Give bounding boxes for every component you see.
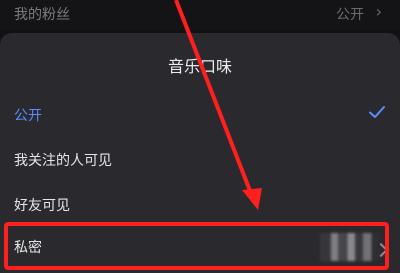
blurred-preview-image [320,233,380,261]
screen: 我的粉丝 公开 › 音乐口味 公开 我关注的人可见 好友可见 私密 [0,0,400,273]
option-label: 私密 [14,240,42,256]
option-public[interactable]: 公开 [0,95,400,135]
settings-row-label: 我的粉丝 [14,7,70,23]
sheet-title: 音乐口味 [167,57,232,76]
settings-row-fans[interactable]: 我的粉丝 公开 › [0,0,400,30]
option-label: 我关注的人可见 [14,153,112,169]
option-friends-visible[interactable]: 好友可见 [0,185,400,225]
checkmark-icon [369,106,385,118]
visibility-bottom-sheet: 音乐口味 公开 我关注的人可见 好友可见 私密 [0,33,400,273]
option-label: 好友可见 [14,198,70,214]
chevron-right-icon: › [375,2,382,21]
option-following-visible[interactable]: 我关注的人可见 [0,140,400,180]
option-private[interactable]: 私密 [0,227,400,267]
option-label: 公开 [14,108,42,124]
settings-row-value: 公开 [336,7,364,23]
